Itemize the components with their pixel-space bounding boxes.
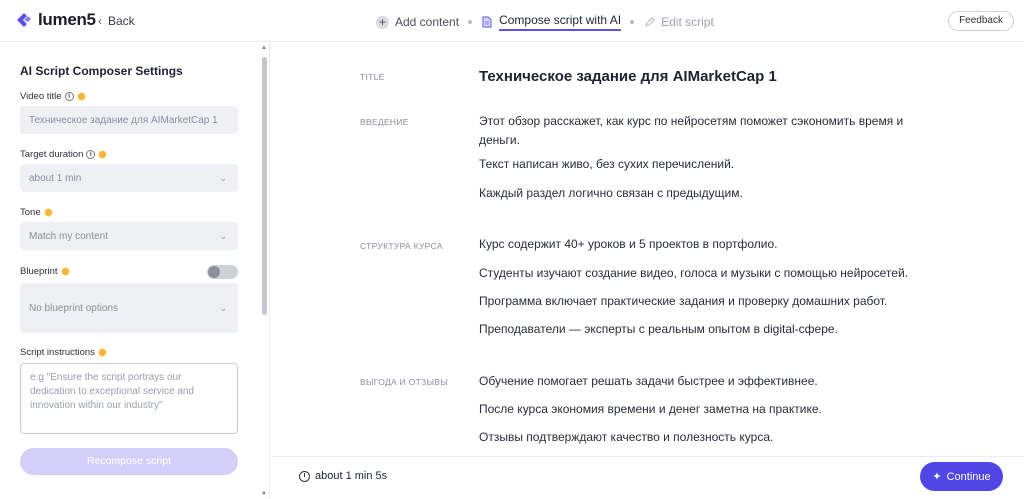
scroll-up-arrow-icon[interactable]: ▲	[260, 45, 268, 51]
top-bar: lumen5 ‹ Back + Add content Compose scri…	[0, 0, 1024, 42]
feedback-button[interactable]: Feedback	[948, 11, 1014, 31]
chevron-down-icon: ⌄	[219, 302, 227, 313]
step-separator	[630, 20, 635, 24]
document-icon	[481, 16, 493, 28]
script-paragraph[interactable]: Программа включает практические задания …	[479, 292, 939, 311]
chevron-left-icon: ‹	[98, 14, 102, 28]
blueprint-label: Blueprint	[20, 266, 70, 277]
duration-indicator: about 1 min 5s	[299, 470, 387, 482]
field-label: Tone	[20, 207, 41, 218]
back-label: Back	[108, 14, 135, 28]
tone-select[interactable]: Match my content ⌄	[20, 222, 238, 250]
pencil-icon	[643, 16, 655, 28]
step-add-content[interactable]: + Add content	[376, 15, 459, 29]
info-icon[interactable]: i	[64, 92, 74, 101]
recompose-script-button[interactable]: Recompose script	[20, 448, 238, 475]
premium-badge-icon	[97, 348, 107, 357]
step-edit-script[interactable]: Edit script	[643, 15, 714, 29]
logo-text: lumen5	[38, 10, 96, 29]
lumen5-logo-icon	[17, 13, 31, 27]
field-label: Video title	[20, 91, 62, 102]
premium-badge-icon	[98, 150, 108, 159]
blueprint-toggle[interactable]	[207, 265, 238, 279]
step-separator	[468, 20, 473, 24]
continue-button[interactable]: ✦ Continue	[920, 462, 1003, 491]
step-label: Edit script	[661, 15, 714, 29]
chevron-down-icon: ⌄	[219, 230, 227, 241]
script-paragraph[interactable]: Отзывы подтверждают качество и полезност…	[479, 428, 939, 447]
script-instructions-input[interactable]: e.g "Ensure the script portrays our dedi…	[20, 363, 238, 434]
premium-badge-icon	[60, 267, 70, 276]
script-paragraph[interactable]: Студенты изучают создание видео, голоса …	[479, 264, 939, 283]
select-value: about 1 min	[29, 172, 82, 184]
tone-label: Tone	[20, 207, 53, 218]
target-duration-select[interactable]: about 1 min ⌄	[20, 164, 238, 192]
panel-title: AI Script Composer Settings	[20, 64, 183, 78]
premium-badge-icon	[43, 208, 53, 217]
toggle-knob	[208, 266, 220, 278]
script-paragraph[interactable]: Текст написан живо, без сухих перечислен…	[479, 155, 939, 174]
section-label: ВЫГОДА И ОТЗЫВЫ	[360, 377, 449, 387]
continue-label: Continue	[946, 470, 991, 483]
premium-badge-icon	[76, 92, 86, 101]
settings-scrollbar[interactable]: ▲ ▼	[260, 45, 268, 497]
bottom-bar: about 1 min 5s ✦ Continue	[271, 456, 1024, 499]
script-title[interactable]: Техническое задание для AIMarketCap 1	[479, 68, 777, 85]
script-paragraph[interactable]: После курса экономия времени и денег зам…	[479, 400, 939, 419]
step-nav: + Add content Compose script with AI Edi…	[376, 13, 714, 31]
blueprint-select[interactable]: No blueprint options ⌄	[20, 283, 238, 333]
script-paragraph[interactable]: Курс содержит 40+ уроков и 5 проектов в …	[479, 235, 939, 254]
title-label: TITLE	[360, 72, 385, 82]
scrollbar-thumb[interactable]	[262, 57, 267, 315]
step-label: Compose script with AI	[499, 13, 622, 31]
target-duration-label: Target duration i	[20, 149, 108, 160]
select-value: Match my content	[29, 230, 108, 242]
scroll-down-arrow-icon[interactable]: ▼	[260, 491, 268, 497]
logo[interactable]: lumen5	[14, 10, 96, 30]
section-label: ВВЕДЕНИЕ	[360, 117, 409, 127]
video-title-field[interactable]: Техническое задание для AIMarketCap 1	[20, 106, 238, 134]
duration-text: about 1 min 5s	[315, 470, 388, 482]
plus-circle-icon: +	[376, 15, 389, 29]
step-label: Add content	[395, 15, 460, 29]
script-paragraph[interactable]: Обучение помогает решать задачи быстрее …	[479, 372, 939, 391]
field-label: Blueprint	[20, 266, 58, 277]
script-paragraph[interactable]: Каждый раздел логично связан с предыдущи…	[479, 184, 939, 203]
chevron-down-icon: ⌄	[219, 172, 227, 183]
back-button[interactable]: ‹ Back	[98, 14, 135, 28]
video-title-value: Техническое задание для AIMarketCap 1	[29, 114, 218, 126]
info-icon[interactable]: i	[86, 150, 96, 159]
script-paragraph[interactable]: Преподаватели — эксперты с реальным опыт…	[479, 320, 939, 339]
sparkle-icon: ✦	[932, 471, 942, 483]
script-editor: TITLE Техническое задание для AIMarketCa…	[271, 43, 1024, 456]
timer-icon	[299, 470, 310, 482]
select-value: No blueprint options	[29, 302, 118, 314]
step-compose-script[interactable]: Compose script with AI	[481, 13, 622, 31]
section-label: СТРУКТУРА КУРСА	[360, 241, 443, 251]
field-label: Script instructions	[20, 347, 95, 358]
field-label: Target duration	[20, 149, 84, 160]
settings-panel: AI Script Composer Settings Video title …	[0, 43, 270, 499]
video-title-label: Video title i	[20, 91, 86, 102]
script-instructions-label: Script instructions	[20, 347, 107, 358]
script-paragraph[interactable]: Этот обзор расскажет, как курс по нейрос…	[479, 112, 939, 150]
